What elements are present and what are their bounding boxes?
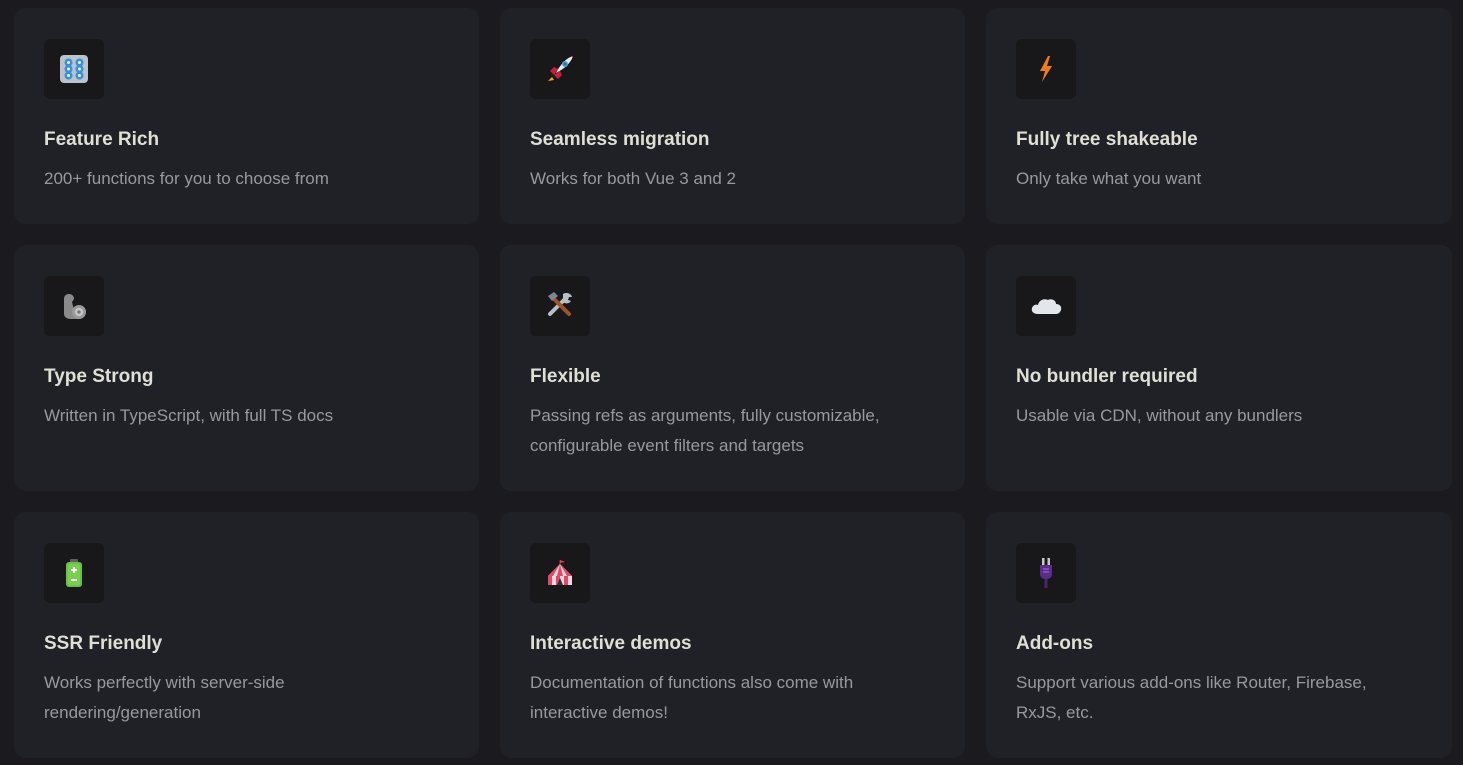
feature-card-interactive-demos: Interactive demos Documentation of funct… (500, 512, 965, 758)
feature-details: Works perfectly with server-side renderi… (44, 673, 285, 722)
feature-details: Only take what you want (1016, 169, 1202, 188)
feature-card-flexible: Flexible Passing refs as arguments, full… (500, 245, 965, 491)
features-grid: Feature Rich 200+ functions for you to c… (0, 0, 1463, 765)
feature-title: Seamless migration (530, 129, 710, 150)
feature-card-ssr-friendly: SSR Friendly Works perfectly with server… (14, 512, 479, 758)
high-voltage-icon (1016, 39, 1076, 99)
feature-details: Support various add-ons like Router, Fir… (1016, 673, 1367, 722)
feature-card-feature-rich: Feature Rich 200+ functions for you to c… (14, 8, 479, 224)
feature-title: Fully tree shakeable (1016, 129, 1198, 150)
feature-details: Passing refs as arguments, fully customi… (530, 406, 880, 455)
electric-plug-icon (1016, 543, 1076, 603)
feature-title: No bundler required (1016, 366, 1198, 387)
feature-details: Usable via CDN, without any bundlers (1016, 406, 1303, 425)
circus-tent-icon (530, 543, 590, 603)
feature-title: Interactive demos (530, 633, 692, 654)
feature-card-type-strong: Type Strong Written in TypeScript, with … (14, 245, 479, 491)
rocket-icon (530, 39, 590, 99)
feature-details: Written in TypeScript, with full TS docs (44, 406, 334, 425)
control-knobs-icon (44, 39, 104, 99)
feature-card-seamless-migration: Seamless migration Works for both Vue 3 … (500, 8, 965, 224)
feature-title: Feature Rich (44, 129, 160, 150)
feature-title: Add-ons (1016, 633, 1094, 654)
battery-icon (44, 543, 104, 603)
feature-card-fully-tree-shakeable: Fully tree shakeable Only take what you … (986, 8, 1452, 224)
feature-details: Documentation of functions also come wit… (530, 673, 854, 722)
hammer-and-wrench-icon (530, 276, 590, 336)
feature-card-add-ons: Add-ons Support various add-ons like Rou… (986, 512, 1452, 758)
feature-details: 200+ functions for you to choose from (44, 169, 329, 188)
cloud-icon (1016, 276, 1076, 336)
feature-details: Works for both Vue 3 and 2 (530, 169, 737, 188)
feature-title: Type Strong (44, 366, 154, 387)
feature-title: SSR Friendly (44, 633, 163, 654)
feature-title: Flexible (530, 366, 601, 387)
flexed-biceps-icon (44, 276, 104, 336)
feature-card-no-bundler-required: No bundler required Usable via CDN, with… (986, 245, 1452, 491)
